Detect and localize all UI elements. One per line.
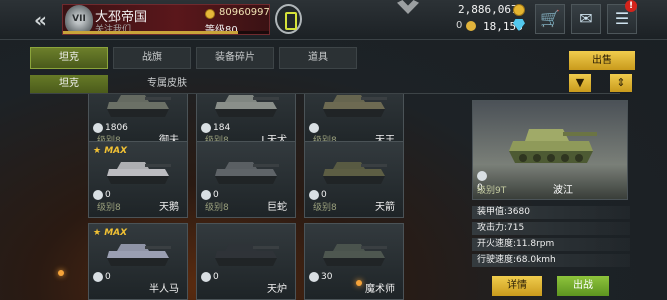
sell-button[interactable]: 出售 (569, 51, 635, 70)
sub-tabs: 坦克 专属皮肤 (30, 75, 620, 94)
tank-card[interactable]: ★ MAX 0 半人马 (88, 223, 188, 300)
ember-decoration (58, 270, 64, 276)
stat-attack: 攻击力:715 (472, 222, 630, 235)
tank-card[interactable]: 30 魔术师 (304, 223, 404, 300)
tank-card[interactable]: 0 天炉 (196, 223, 296, 300)
tank-image (107, 162, 171, 184)
stat-speed: 行驶速度:68.0kmh (472, 254, 630, 267)
tank-image (107, 95, 171, 117)
tank-card[interactable]: 0 级别8 巨蛇 (196, 141, 296, 218)
tank-level: 级别8 (205, 203, 229, 213)
shop-cart-button[interactable]: 🛒 (535, 4, 565, 34)
deploy-button[interactable]: 出战 (557, 276, 609, 296)
tank-detail-panel: 0 级别9T 波江 (472, 100, 628, 200)
details-button[interactable]: 详情 (492, 276, 542, 296)
gold-amount: 2,886,067 (458, 3, 518, 16)
tank-image (215, 95, 279, 117)
tank-name: 巨蛇 (267, 202, 287, 213)
tank-name: 天鹅 (159, 202, 179, 213)
tab-tanks[interactable]: 坦克 (30, 47, 108, 69)
level-progress-fill (63, 31, 239, 34)
subtab-tanks[interactable]: 坦克 (30, 75, 108, 93)
tank-count: 0 (321, 190, 327, 200)
filter-icon: ▼ (575, 76, 585, 89)
stat-armor: 装甲值:3680 (472, 206, 630, 219)
max-badge: ★ MAX (93, 146, 128, 156)
tank-count-icon (201, 123, 211, 133)
tank-count: 1806 (105, 123, 128, 133)
tank-count-icon (93, 272, 103, 282)
tank-image (107, 244, 171, 266)
silver-coin-icon (466, 21, 476, 31)
tank-preview-image (509, 129, 597, 163)
cart-icon: 🛒 (540, 9, 560, 28)
star-icon: ★ (93, 146, 102, 156)
tank-count: 0 (213, 190, 219, 200)
detail-name: 波江 (553, 185, 573, 196)
tank-count-icon (201, 272, 211, 282)
detail-level: 级别9T (477, 186, 507, 196)
tank-count: 0 (105, 190, 111, 200)
tank-count: 0 (105, 272, 111, 282)
gold-coin-icon (513, 4, 525, 16)
filter-button[interactable]: ▼ (569, 74, 591, 92)
game-logo-icon (397, 0, 419, 14)
silver-amount: 0 (456, 20, 463, 31)
star-icon: ★ (93, 228, 102, 238)
rank-emblem: VII (65, 5, 93, 34)
player-card[interactable]: VII 大邳帝国 关注我们 80960997 等级80 (62, 4, 270, 36)
tank-count-icon (201, 190, 211, 200)
level-progress-bar (63, 31, 269, 34)
tank-count-icon (93, 123, 103, 133)
tank-count: 0 (213, 272, 219, 282)
tank-count-icon (309, 272, 319, 282)
tank-name: 天炉 (267, 284, 287, 295)
tank-count-icon (309, 123, 319, 133)
tank-grid: 1806级别8御夫184级别8L天犬级别8天王★ MAX0级别8天鹅0级别8巨蛇… (88, 94, 468, 300)
tab-items[interactable]: 道具 (279, 47, 357, 69)
tank-card[interactable]: ★ MAX 0 级别8 天鹅 (88, 141, 188, 218)
battery-icon[interactable] (275, 4, 302, 34)
stat-fire-rate: 开火速度:11.8rpm (472, 238, 630, 251)
tank-level: 级别8 (97, 203, 121, 213)
tab-flags[interactable]: 战旗 (113, 47, 191, 69)
notification-badge: ! (625, 0, 637, 12)
tank-name: 魔术师 (365, 284, 395, 295)
mail-icon: ✉ (579, 9, 593, 28)
top-bar: « VII 大邳帝国 关注我们 80960997 等级80 2,886,067 … (0, 0, 667, 40)
tank-image (323, 244, 387, 266)
tab-equipment-fragments[interactable]: 装备碎片 (196, 47, 274, 69)
ember-decoration (356, 280, 362, 286)
sort-button[interactable]: ⇕ (610, 74, 632, 92)
max-badge: ★ MAX (93, 228, 128, 238)
tank-count: 184 (213, 123, 231, 133)
mail-button[interactable]: ✉ (571, 4, 601, 34)
tank-image (215, 244, 279, 266)
tank-level: 级别8 (313, 203, 337, 213)
tank-name: 半人马 (149, 284, 179, 295)
subtab-exclusive-skins[interactable]: 专属皮肤 (128, 75, 206, 93)
tank-count-icon (93, 190, 103, 200)
tank-name: 天箭 (375, 202, 395, 213)
tank-card[interactable]: 0 级别8 天箭 (304, 141, 404, 218)
tank-image (215, 162, 279, 184)
tank-image (323, 95, 387, 117)
tank-count: 30 (321, 272, 333, 282)
player-coins: 80960997 (219, 7, 270, 18)
coin-icon (205, 9, 215, 19)
tank-image (323, 162, 387, 184)
back-button[interactable]: « (34, 8, 56, 32)
tank-count-icon (309, 190, 319, 200)
sort-icon: ⇕ (616, 76, 626, 89)
tank-count-icon (477, 171, 487, 181)
